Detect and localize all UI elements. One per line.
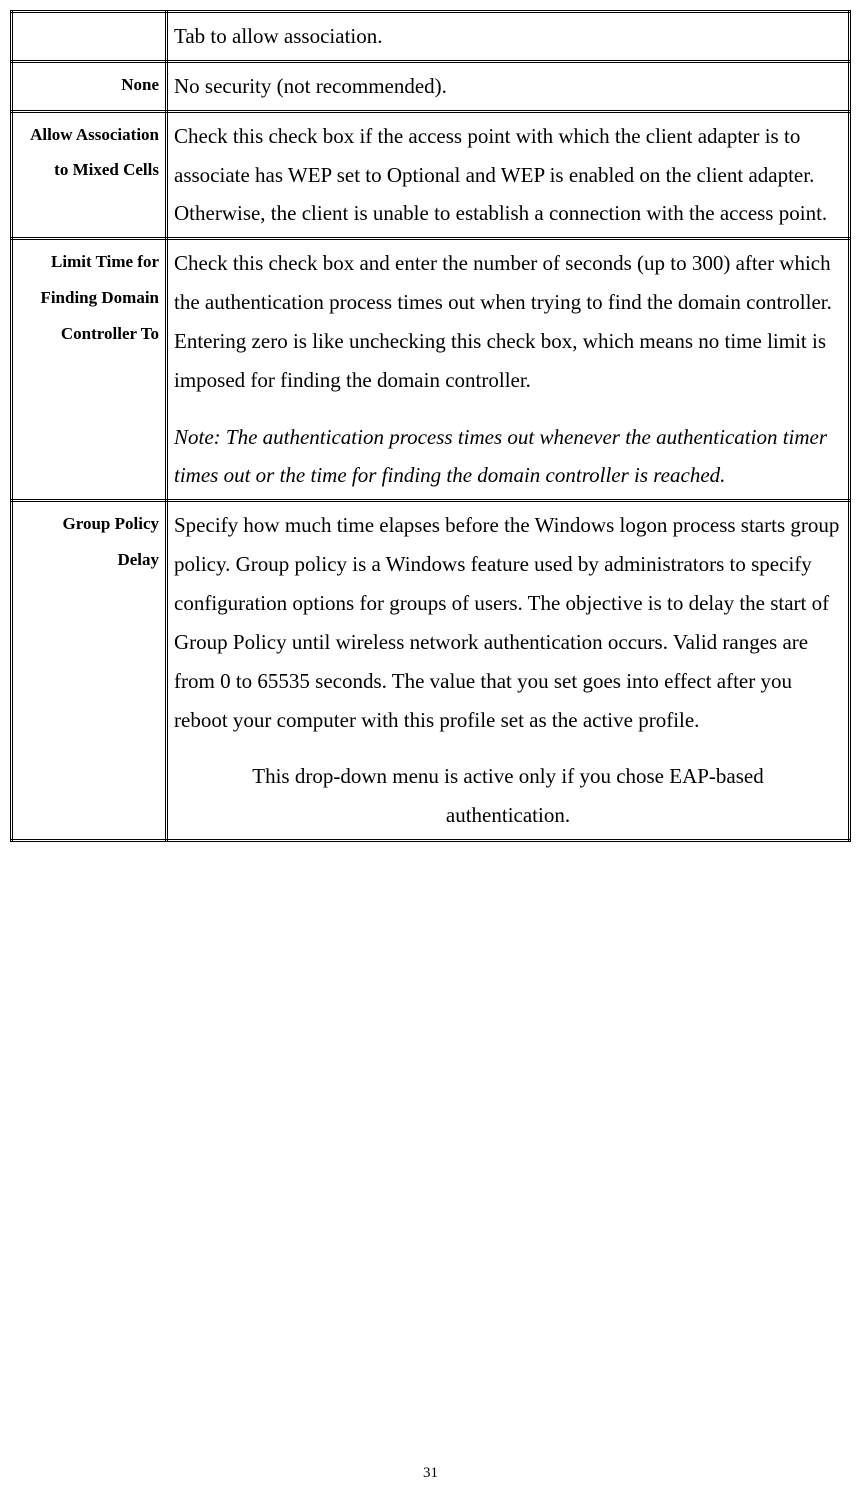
row-centered-note: This drop-down menu is active only if yo… (174, 757, 842, 835)
table-row: Allow Association to Mixed Cells Check t… (12, 111, 850, 239)
row-label: Group Policy Delay (12, 501, 167, 841)
row-description: No security (not recommended). (167, 61, 850, 111)
table-row: Group Policy Delay Specify how much time… (12, 501, 850, 841)
row-label: None (12, 61, 167, 111)
row-label: Allow Association to Mixed Cells (12, 111, 167, 239)
table-row: None No security (not recommended). (12, 61, 850, 111)
settings-table: Tab to allow association. None No securi… (10, 10, 851, 842)
page-number: 31 (0, 1465, 861, 1482)
row-label: Limit Time for Finding Domain Controller… (12, 239, 167, 501)
note-text: Note: The authentication process times o… (174, 425, 827, 488)
row-description: Tab to allow association. (167, 12, 850, 62)
row-label (12, 12, 167, 62)
row-description: Check this check box and enter the numbe… (167, 239, 850, 501)
row-note: Note: The authentication process times o… (174, 418, 842, 496)
row-desc-text: Check this check box and enter the numbe… (174, 251, 832, 392)
row-desc-text: Specify how much time elapses before the… (174, 513, 839, 731)
table-row: Limit Time for Finding Domain Controller… (12, 239, 850, 501)
table-row: Tab to allow association. (12, 12, 850, 62)
row-description: Check this check box if the access point… (167, 111, 850, 239)
row-description: Specify how much time elapses before the… (167, 501, 850, 841)
